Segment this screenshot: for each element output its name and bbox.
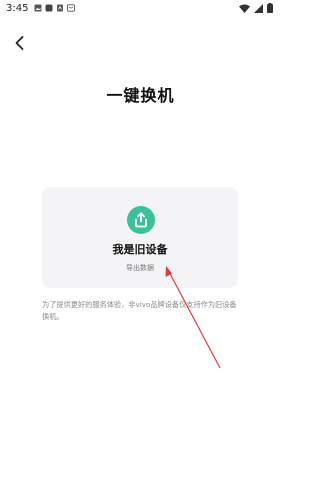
signal-icon: [254, 3, 263, 16]
card-title: 我是旧设备: [112, 243, 168, 256]
export-icon: [127, 206, 155, 234]
file-icon: [56, 4, 64, 12]
image-icon: [34, 4, 42, 12]
notification-icons: [34, 4, 75, 12]
battery-icon: [267, 3, 273, 16]
compatibility-note: 为了提供更好的服务体验，非vivo品牌设备仅支持作为旧设备换机。: [42, 300, 237, 321]
status-time: 3:45: [6, 3, 29, 14]
page-title: 一键换机: [106, 86, 175, 105]
system-status-icons: [239, 3, 273, 16]
status-bar: 3:45: [0, 0, 281, 18]
message-icon: [67, 4, 75, 12]
back-button[interactable]: [10, 33, 30, 53]
app-icon: [45, 4, 53, 12]
card-subtitle: 导出数据: [126, 264, 154, 272]
wifi-icon: [239, 4, 250, 16]
old-device-card[interactable]: 我是旧设备 导出数据: [42, 187, 238, 288]
chevron-left-icon: [15, 36, 24, 50]
